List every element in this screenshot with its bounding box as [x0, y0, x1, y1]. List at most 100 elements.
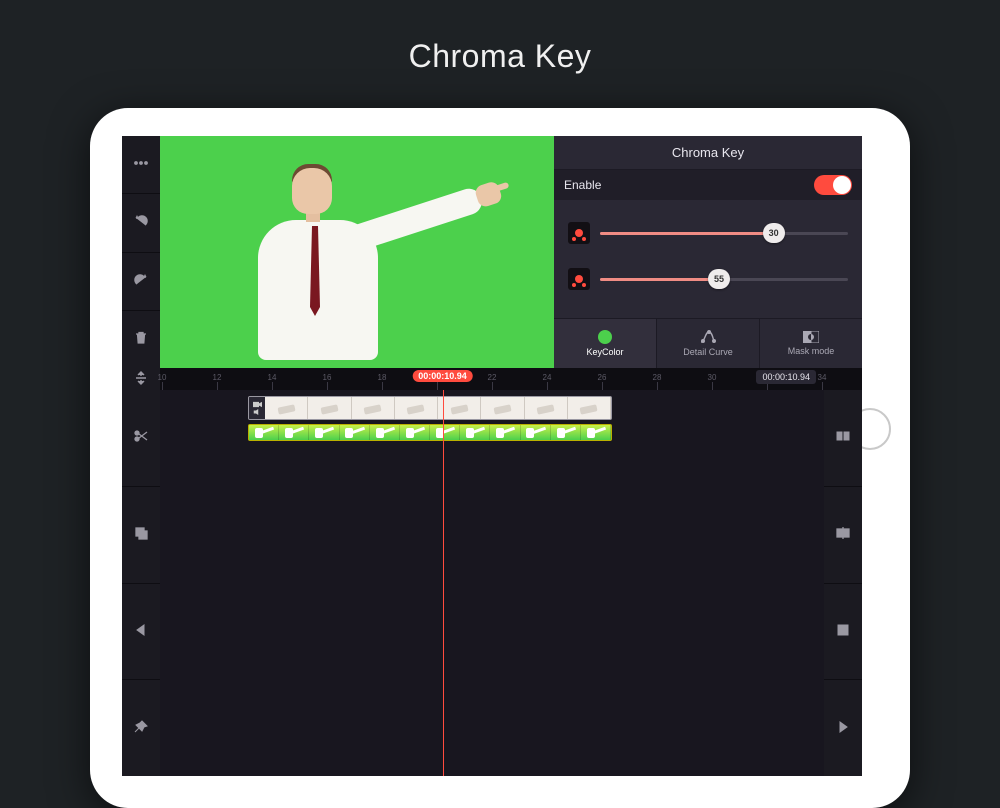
undo-button[interactable] [122, 194, 160, 252]
ruler-mark: 34 [818, 373, 827, 382]
ruler-mark: 30 [708, 373, 717, 382]
slider-similarity-icon [568, 222, 590, 244]
redo-icon [133, 272, 149, 291]
pin-icon [133, 719, 149, 738]
mode-keycolor-label: KeyColor [586, 347, 623, 357]
next-frame-button[interactable] [824, 680, 862, 776]
slider-smoothness-thumb[interactable]: 55 [708, 269, 730, 289]
trash-button[interactable] [122, 311, 160, 368]
curve-icon [700, 330, 716, 344]
mode-detailcurve[interactable]: Detail Curve [657, 319, 760, 368]
video-preview[interactable] [160, 136, 554, 368]
page-title: Chroma Key [0, 0, 1000, 103]
redo-button[interactable] [122, 253, 160, 311]
preview-subject [230, 162, 490, 368]
overlay-frame-thumb [340, 425, 370, 440]
prev-frame-button[interactable] [122, 584, 160, 681]
device-frame: Chroma Key Enable 30 55 KeyColor Detail Cu… [90, 108, 910, 808]
timeline-right-toolbar [824, 390, 862, 776]
overlay-frame-thumb [551, 425, 581, 440]
overlay-frame-thumb [490, 425, 520, 440]
ruler-mark: 28 [653, 373, 662, 382]
fit-vertical-icon [133, 370, 149, 389]
snap-icon [835, 428, 851, 447]
video-frame-thumb [352, 397, 395, 419]
snap-button[interactable] [824, 390, 862, 487]
enable-label: Enable [564, 178, 601, 192]
video-frame-thumb [525, 397, 568, 419]
overlay-frame-thumb [460, 425, 490, 440]
slider-similarity: 30 [568, 222, 848, 244]
playhead-badge[interactable]: 00:00:10.94 [412, 370, 473, 382]
timeline-ruler-row: 10121416182022242628303234 00:00:10.94 0… [122, 368, 862, 390]
more-icon [133, 155, 149, 174]
video-frame-thumb [308, 397, 351, 419]
ruler-mark: 14 [268, 373, 277, 382]
cut-button[interactable] [122, 390, 160, 487]
mode-keycolor[interactable]: KeyColor [554, 319, 657, 368]
overlay-frame-thumb [400, 425, 430, 440]
ruler-mark: 18 [378, 373, 387, 382]
slider-similarity-track[interactable]: 30 [600, 224, 848, 242]
chroma-panel: Chroma Key Enable 30 55 KeyColor Detail Cu… [554, 136, 862, 368]
triangle-right-icon [835, 719, 851, 738]
duplicate-button[interactable] [824, 584, 862, 681]
timeline-ruler[interactable]: 10121416182022242628303234 [162, 368, 822, 390]
overlay-frame-thumb [521, 425, 551, 440]
scissors-icon [133, 428, 149, 447]
playhead-line[interactable] [443, 390, 444, 776]
slider-smoothness: 55 [568, 268, 848, 290]
slider-smoothness-track[interactable]: 55 [600, 270, 848, 288]
mode-maskmode[interactable]: Mask mode [760, 319, 862, 368]
video-frame-thumb [438, 397, 481, 419]
mode-detailcurve-label: Detail Curve [683, 347, 733, 357]
pin-button[interactable] [122, 680, 160, 776]
overlay-frame-thumb [309, 425, 339, 440]
ruler-mark: 16 [323, 373, 332, 382]
ruler-mark: 24 [543, 373, 552, 382]
current-time-display: 00:00:10.94 [756, 370, 816, 384]
more-button[interactable] [122, 136, 160, 194]
fit-vertical-button[interactable] [122, 368, 160, 390]
ruler-mark: 10 [158, 373, 167, 382]
video-frame-thumb [568, 397, 611, 419]
circle-icon [598, 330, 612, 344]
overlay-frame-thumb [430, 425, 460, 440]
video-frame-thumb [395, 397, 438, 419]
overlay-frame-thumb [370, 425, 400, 440]
app-screen: Chroma Key Enable 30 55 KeyColor Detail Cu… [122, 136, 862, 776]
timeline-left-toolbar [122, 390, 160, 776]
panel-header: Chroma Key [554, 136, 862, 170]
back-button[interactable] [562, 140, 588, 166]
video-frame-thumb [481, 397, 524, 419]
enable-row: Enable [554, 170, 862, 200]
ruler-mark: 12 [213, 373, 222, 382]
copy-icon [133, 525, 149, 544]
copy-button[interactable] [122, 487, 160, 584]
video-track[interactable] [248, 396, 612, 420]
timeline-area[interactable] [160, 390, 824, 776]
enable-toggle[interactable] [814, 175, 852, 195]
mode-maskmode-label: Mask mode [788, 346, 835, 356]
slider-smoothness-icon [568, 268, 590, 290]
split-icon [835, 525, 851, 544]
overlay-frame-thumb [279, 425, 309, 440]
overlay-frame-thumb [249, 425, 279, 440]
ruler-mark: 26 [598, 373, 607, 382]
left-toolbar [122, 136, 160, 368]
video-track-header [249, 397, 265, 419]
sliders-area: 30 55 [554, 200, 862, 318]
mode-tabs: KeyColor Detail Curve Mask mode [554, 318, 862, 368]
overlay-track[interactable] [248, 424, 612, 441]
duplicate-icon [835, 622, 851, 641]
triangle-left-icon [133, 622, 149, 641]
confirm-button[interactable] [828, 140, 854, 166]
split-button[interactable] [824, 487, 862, 584]
trash-icon [133, 330, 149, 349]
video-frame-thumb [265, 397, 308, 419]
slider-similarity-thumb[interactable]: 30 [763, 223, 785, 243]
ruler-mark: 22 [488, 373, 497, 382]
undo-icon [133, 213, 149, 232]
mask-icon [803, 331, 819, 343]
panel-title: Chroma Key [672, 145, 744, 160]
